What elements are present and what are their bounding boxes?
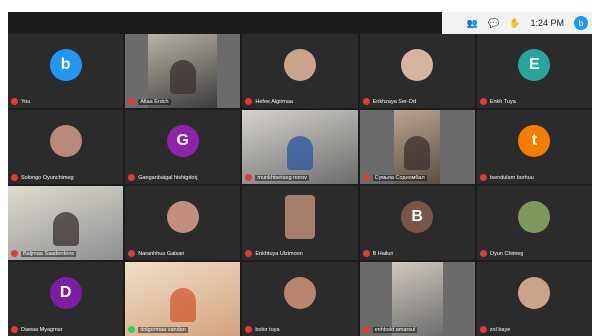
- status-bar: 👥 💬 ✋ 1:24 PM b: [442, 12, 592, 34]
- person-silhouette: [169, 288, 196, 322]
- participant-name: Enkhzaya Ser-Od: [362, 98, 416, 105]
- participant-tile[interactable]: Naranhhuu Galsan: [125, 186, 241, 260]
- mic-muted-icon: [479, 326, 487, 333]
- top-bar: 👥 💬 ✋ 1:24 PM b: [8, 12, 592, 34]
- avatar-photo: [283, 277, 316, 310]
- participant-name: bolor tuya: [245, 326, 280, 333]
- mic-muted-icon: [245, 174, 253, 181]
- avatar: G: [166, 125, 199, 158]
- avatar: B: [401, 201, 434, 234]
- participant-tile[interactable]: E Enkh Tuya: [476, 34, 592, 108]
- participants-icon[interactable]: 👥: [467, 18, 478, 29]
- mic-muted-icon: [245, 326, 253, 333]
- participant-tile[interactable]: Enkhzaya Ser-Od: [359, 34, 475, 108]
- avatar-photo: [166, 201, 199, 234]
- participant-tile[interactable]: Altaa Erdch: [125, 34, 241, 108]
- person-silhouette: [169, 60, 196, 94]
- participant-name: B Hailun: [362, 250, 393, 257]
- user-avatar[interactable]: b: [574, 16, 588, 30]
- participant-grid: b You Altaa Erdch Hefee Algirmaa Enkhzay…: [8, 34, 592, 336]
- mic-muted-icon: [479, 98, 487, 105]
- person-silhouette: [286, 136, 313, 170]
- mic-muted-icon: [245, 98, 253, 105]
- participant-tile[interactable]: Сумьяа Содномбал: [359, 110, 475, 184]
- mic-muted-icon: [479, 174, 487, 181]
- participant-name: Enkhtuya Ulzimoon: [245, 250, 303, 257]
- participant-tile[interactable]: bolor tuya: [242, 262, 358, 336]
- avatar-photo: [49, 125, 82, 158]
- mic-muted-icon: [479, 250, 487, 257]
- participant-name: Naranhhuu Galsan: [128, 250, 184, 257]
- participant-name: Solongo Oyunchimeg: [11, 174, 74, 181]
- video-feed: [391, 262, 443, 336]
- participant-name: You: [11, 98, 30, 105]
- participant-tile[interactable]: Enkhtuya Ulzimoon: [242, 186, 358, 260]
- meeting-window: 👥 💬 ✋ 1:24 PM b b You Altaa Erdch Hefee …: [8, 12, 592, 336]
- raise-hand-icon[interactable]: ✋: [509, 18, 520, 29]
- participant-tile[interactable]: zol baye: [476, 262, 592, 336]
- participant-name: enhbold amarsul: [362, 326, 418, 333]
- participant-tile[interactable]: enhbold amarsul: [359, 262, 475, 336]
- person-silhouette: [404, 136, 431, 170]
- mic-muted-icon: [11, 174, 18, 181]
- participant-tile[interactable]: G Ganganbaigal hishigdorj: [125, 110, 241, 184]
- participant-tile-active-speaker[interactable]: dolgormaa vandan: [125, 262, 241, 336]
- mic-muted-icon: [11, 326, 18, 333]
- avatar-photo: [284, 195, 315, 240]
- participant-name: munkhtsetseg norov: [245, 174, 309, 181]
- participant-name: tsendulam borhuu: [479, 174, 534, 181]
- participant-tile[interactable]: Oyun Chimeg: [476, 186, 592, 260]
- mic-muted-icon: [362, 326, 370, 333]
- mic-active-icon: [128, 326, 136, 333]
- avatar-photo: [518, 201, 551, 234]
- avatar-photo: [401, 49, 434, 82]
- participant-tile[interactable]: t tsendulam borhuu: [476, 110, 592, 184]
- participant-name: zol baye: [479, 326, 510, 333]
- participant-name: Сумьяа Содномбал: [362, 174, 427, 181]
- participant-tile[interactable]: munkhtsetseg norov: [242, 110, 358, 184]
- participant-tile[interactable]: b You: [8, 34, 124, 108]
- avatar: D: [49, 277, 82, 310]
- participant-name: Baljmaa Saaderdene: [11, 250, 77, 257]
- mic-muted-icon: [362, 98, 370, 105]
- participant-name: Oyun Chimeg: [479, 250, 523, 257]
- chat-icon[interactable]: 💬: [488, 18, 499, 29]
- avatar: t: [518, 125, 551, 158]
- participant-tile[interactable]: B B Hailun: [359, 186, 475, 260]
- participant-tile[interactable]: D Dawaa Myagmar: [8, 262, 124, 336]
- mic-muted-icon: [128, 98, 136, 105]
- participant-name: Altaa Erdch: [128, 98, 171, 105]
- mic-muted-icon: [362, 174, 370, 181]
- avatar-photo: [283, 49, 316, 82]
- clock: 1:24 PM: [530, 18, 564, 28]
- participant-tile[interactable]: Solongo Oyunchimeg: [8, 110, 124, 184]
- participant-name: Hefee Algirmaa: [245, 98, 293, 105]
- mic-muted-icon: [245, 250, 253, 257]
- mic-muted-icon: [11, 98, 18, 105]
- avatar-photo: [518, 277, 551, 310]
- participant-name: Ganganbaigal hishigdorj: [128, 174, 198, 181]
- participant-tile[interactable]: Hefee Algirmaa: [242, 34, 358, 108]
- person-silhouette: [52, 212, 79, 246]
- mic-muted-icon: [362, 250, 370, 257]
- mic-muted-icon: [11, 250, 18, 257]
- avatar: E: [518, 49, 551, 82]
- mic-muted-icon: [128, 174, 136, 181]
- mic-muted-icon: [128, 250, 136, 257]
- avatar: b: [49, 49, 82, 82]
- participant-name: Enkh Tuya: [479, 98, 516, 105]
- participant-name: dolgormaa vandan: [128, 326, 188, 333]
- participant-tile[interactable]: Baljmaa Saaderdene: [8, 186, 124, 260]
- participant-name: Dawaa Myagmar: [11, 326, 63, 333]
